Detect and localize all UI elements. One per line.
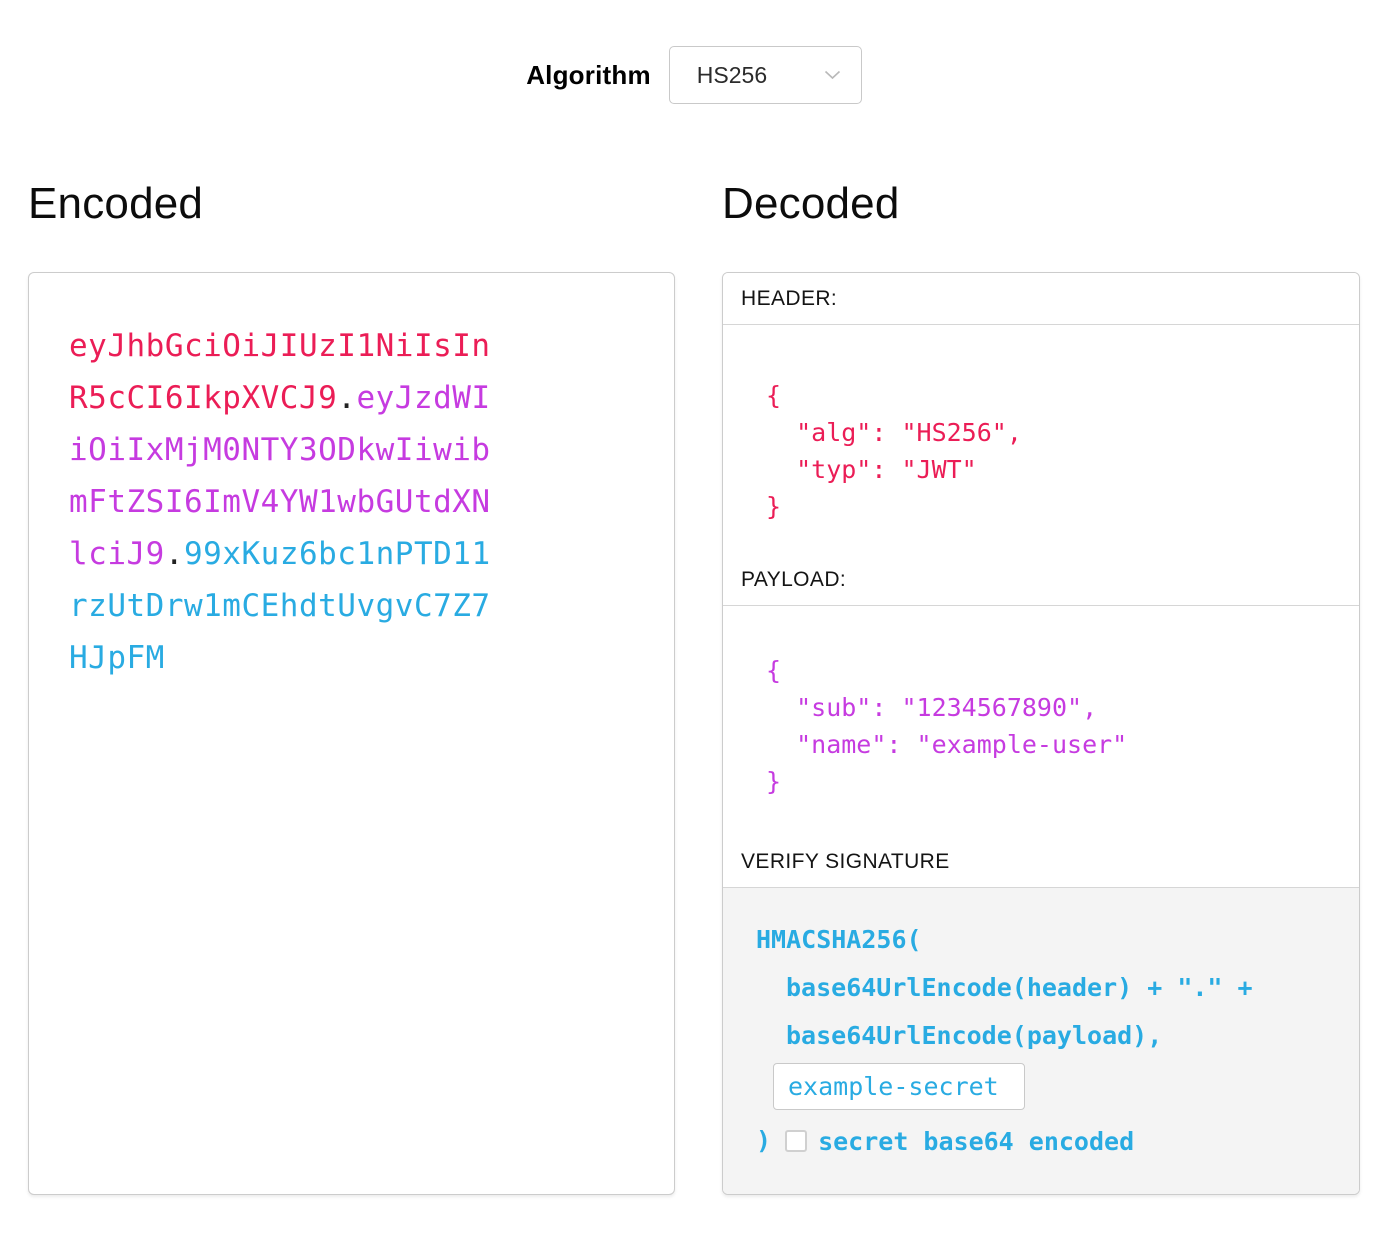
verify-signature-area: HMACSHA256( base64UrlEncode(header) + ".… <box>723 888 1359 1194</box>
secret-options-row: ) secret base64 encoded <box>756 1124 1359 1158</box>
algorithm-bar: Algorithm HS256 <box>0 0 1388 104</box>
chevron-down-icon <box>824 70 841 80</box>
verify-signature-section-label: VERIFY SIGNATURE <box>723 836 1359 888</box>
encoded-token-editor[interactable]: eyJhbGciOiJIUzI1NiIsInR5cCI6IkpXVCJ9.eyJ… <box>28 272 675 1195</box>
secret-base64-checkbox[interactable] <box>785 1130 807 1152</box>
algorithm-label: Algorithm <box>526 60 651 91</box>
payload-section-label: PAYLOAD: <box>723 554 1359 606</box>
hmac-code-line-2: base64UrlEncode(header) + "." + <box>786 964 1359 1012</box>
debugger-columns: Encoded eyJhbGciOiJIUzI1NiIsInR5cCI6IkpX… <box>0 180 1388 1195</box>
secret-base64-checkbox-label[interactable]: secret base64 encoded <box>818 1127 1134 1156</box>
header-section-label: HEADER: <box>723 273 1359 325</box>
algorithm-selected-value: HS256 <box>697 62 767 89</box>
hmac-code-line-3: base64UrlEncode(payload), <box>786 1012 1359 1060</box>
hmac-code-line-1: HMACSHA256( <box>756 916 1359 964</box>
encoded-column: Encoded eyJhbGciOiJIUzI1NiIsInR5cCI6IkpX… <box>28 180 675 1195</box>
algorithm-select[interactable]: HS256 <box>669 46 862 104</box>
decoded-column: Decoded HEADER: { "alg": "HS256", "typ":… <box>722 180 1360 1195</box>
hmac-closing-paren: ) <box>756 1124 771 1158</box>
header-json-editor[interactable]: { "alg": "HS256", "typ": "JWT" } <box>723 325 1359 554</box>
encoded-heading: Encoded <box>28 180 675 228</box>
payload-json-editor[interactable]: { "sub": "1234567890", "name": "example-… <box>723 606 1359 836</box>
jwt-token-text[interactable]: eyJhbGciOiJIUzI1NiIsInR5cCI6IkpXVCJ9.eyJ… <box>69 320 501 684</box>
decoded-panel: HEADER: { "alg": "HS256", "typ": "JWT" }… <box>722 272 1360 1195</box>
token-separator-dot: . <box>165 536 184 572</box>
token-separator-dot: . <box>337 380 356 416</box>
decoded-heading: Decoded <box>722 180 1360 228</box>
secret-input[interactable] <box>773 1063 1025 1110</box>
